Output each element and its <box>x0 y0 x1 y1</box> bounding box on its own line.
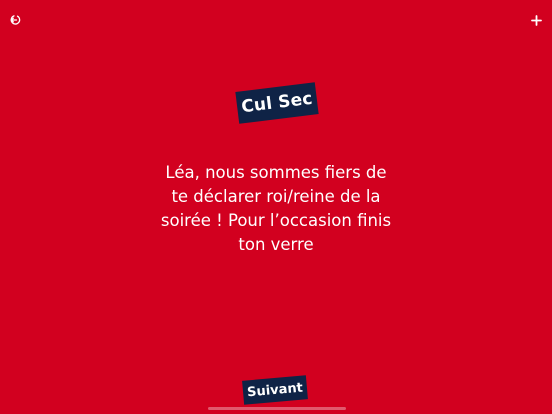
plus-icon <box>530 14 542 26</box>
game-screen: Cul Sec Léa, nous sommes fiers de te déc… <box>0 0 552 414</box>
add-button[interactable] <box>526 10 546 30</box>
challenge-message: Léa, nous sommes fiers de te déclarer ro… <box>160 163 392 254</box>
next-button[interactable]: Suivant <box>242 375 308 405</box>
exit-button[interactable] <box>6 10 26 30</box>
category-badge: Cul Sec <box>235 82 319 124</box>
home-indicator <box>208 407 346 410</box>
exit-icon <box>10 15 21 25</box>
